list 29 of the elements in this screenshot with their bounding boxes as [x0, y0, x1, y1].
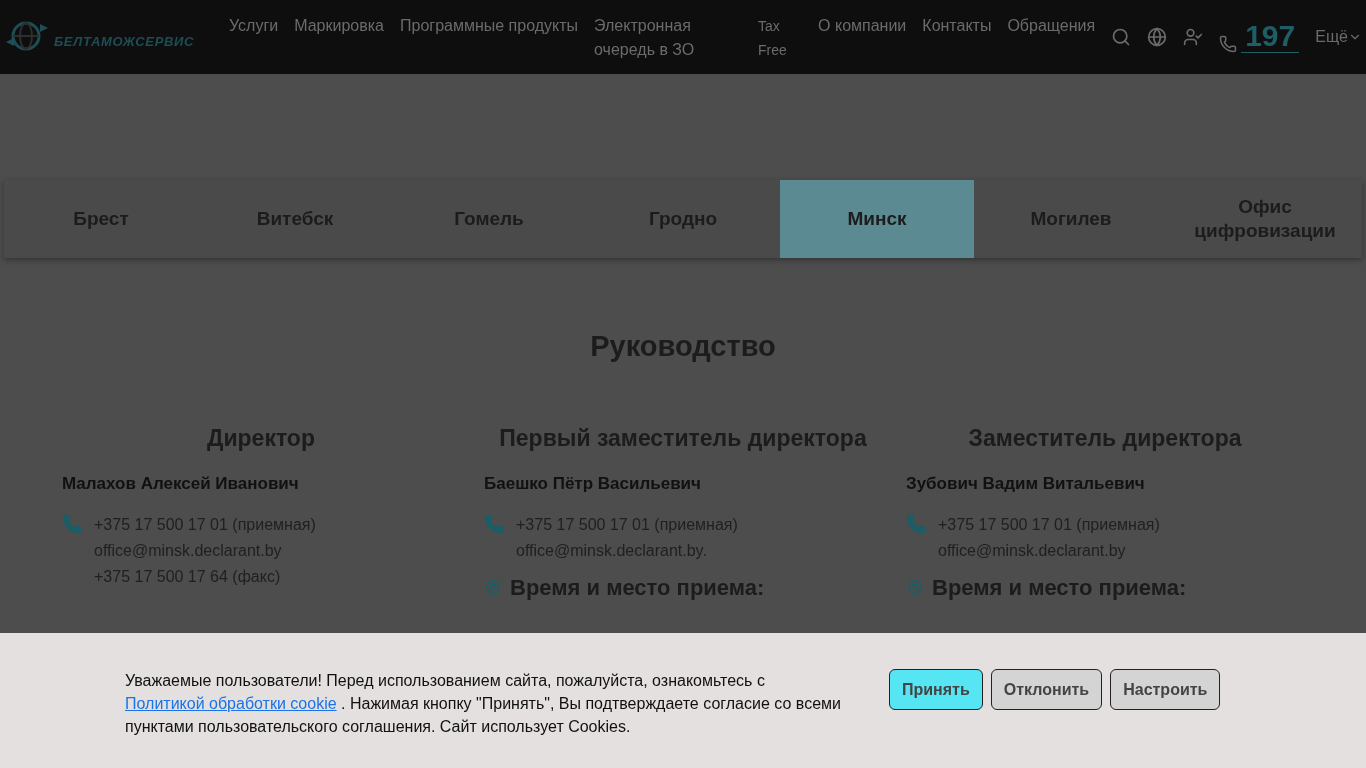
nav-link[interactable]: О компании [818, 14, 907, 38]
nav-link[interactable]: Контакты [922, 14, 992, 38]
user-check-icon[interactable] [1183, 26, 1204, 47]
cookie-button[interactable]: Настроить [1110, 669, 1221, 710]
nav-link[interactable]: Услуги [229, 14, 279, 38]
nav-link[interactable]: Программные продукты [400, 14, 579, 38]
cookie-button[interactable]: Отклонить [990, 669, 1103, 710]
nav-link[interactable]: Маркировка [294, 14, 384, 38]
hotline-number[interactable]: 197 [1241, 20, 1300, 53]
phone-icon [62, 514, 82, 534]
city-tab[interactable]: Минск [780, 180, 974, 258]
cookie-policy-link[interactable]: Политикой обработки cookie [125, 695, 337, 712]
cookie-button[interactable]: Принять [889, 669, 983, 710]
nav-link[interactable]: Электронная очередь в ЗО [594, 14, 735, 62]
cookie-notice-text: Уважаемые пользователи! Перед использованием сайта, пожалуйста, ознакомьтесь с Политикой обработки cookie . Нажимая кнопку "Принять", Вы подтверждаете согласие со всеми пунктами пользовательского соглашения. Сайт использует Cookies. [125, 671, 842, 737]
more-menu[interactable]: Ещё [1315, 24, 1362, 49]
logo-text[interactable]: БЕЛТАМОЖСЕРВИС [54, 32, 195, 52]
phone-icon [1219, 35, 1238, 53]
nav-link[interactable]: Tax Free [758, 14, 795, 62]
person-name: Зубович Вадим Витальевич [906, 473, 1146, 495]
search-icon[interactable] [1111, 26, 1132, 47]
nav-link[interactable]: Обращения [1007, 14, 1096, 38]
phone-icon [484, 514, 504, 534]
location-pin-icon [484, 579, 502, 597]
person-name: Малахов Алексей Иванович [62, 473, 300, 495]
location-pin-icon [906, 579, 924, 597]
phone-icon [906, 514, 926, 534]
person-name: Баешко Пётр Васильевич [484, 473, 702, 495]
globe-icon[interactable] [1147, 26, 1168, 47]
